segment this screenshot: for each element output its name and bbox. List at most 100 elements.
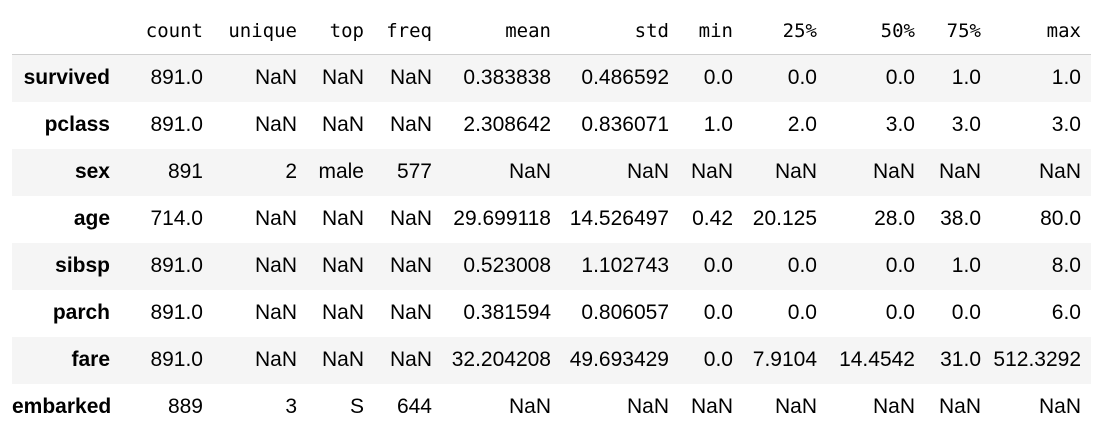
table-cell-top: NaN	[321, 66, 364, 90]
table-cell-50pct: 28.0	[874, 207, 915, 230]
table-cell-std: 0.806057	[581, 301, 669, 324]
row-label: embarked	[12, 395, 112, 418]
table-cell-50pct: 0.0	[885, 254, 915, 277]
table-cell-top: S	[349, 395, 364, 418]
table-cell-75pct: NaN	[938, 395, 981, 418]
table-cell-count: 891.0	[150, 254, 203, 277]
table-cell-mean: 0.523008	[463, 254, 551, 277]
row-label: sex	[74, 160, 110, 183]
table-cell-25pct: 7.9104	[752, 348, 817, 371]
table-cell-std: 0.836071	[581, 113, 669, 136]
table-cell-freq: 577	[396, 160, 432, 183]
table-cell-25pct: NaN	[774, 160, 817, 183]
table-cell-50pct: 14.4542	[839, 348, 915, 371]
table-cell-freq: NaN	[389, 254, 432, 277]
table-cell-50pct: 3.0	[885, 113, 915, 136]
table-cell-std: 0.486592	[581, 66, 669, 90]
table-cell-count: 891	[167, 160, 203, 183]
table-cell-50pct: NaN	[872, 395, 915, 418]
table-cell-mean: NaN	[508, 395, 551, 418]
column-header-count: count	[121, 8, 213, 55]
table-cell-50pct: NaN	[872, 160, 915, 183]
table-cell-25pct: 0.0	[787, 254, 817, 277]
table-cell-min: 0.0	[703, 66, 733, 90]
table-cell-min: 0.0	[703, 348, 733, 371]
table-cell-freq: NaN	[389, 66, 432, 90]
row-label: fare	[71, 348, 110, 371]
column-header-mean: mean	[442, 8, 561, 55]
table-cell-75pct: 1.0	[951, 66, 981, 90]
table-cell-max: 3.0	[1051, 113, 1081, 136]
table-header: count unique top freq mean std min 25% 5…	[12, 8, 1091, 55]
column-header-std: std	[561, 8, 679, 55]
table-cell-mean: 0.381594	[463, 301, 551, 324]
table-cell-75pct: 1.0	[951, 254, 981, 277]
table-cell-top: NaN	[321, 348, 364, 371]
table-cell-freq: 644	[396, 395, 432, 418]
table-cell-50pct: 0.0	[885, 66, 915, 90]
table-cell-unique: NaN	[254, 301, 297, 324]
table-row: embarked 889 3 S 644 NaN NaN NaN NaN NaN NaN NaN	[12, 383, 1091, 431]
column-header-unique: unique	[213, 8, 307, 55]
table-cell-75pct: 31.0	[940, 348, 981, 371]
table-cell-std: NaN	[626, 160, 669, 183]
table-cell-max: 1.0	[1051, 66, 1081, 90]
table-cell-count: 891.0	[150, 66, 203, 90]
table-cell-freq: NaN	[389, 348, 432, 371]
table-cell-std: NaN	[626, 395, 669, 418]
table-cell-mean: 29.699118	[453, 207, 551, 230]
table-cell-freq: NaN	[389, 207, 432, 230]
table-cell-min: NaN	[690, 395, 733, 418]
table-cell-count: 891.0	[150, 301, 203, 324]
row-label: parch	[52, 301, 110, 324]
table-cell-25pct: 0.0	[787, 301, 817, 324]
table-row: sex 891 2 male 577 NaN NaN NaN NaN NaN NaN NaN	[12, 148, 1091, 196]
table-cell-count: 714.0	[150, 207, 203, 230]
table-cell-max: NaN	[1038, 395, 1081, 418]
table-row: pclass 891.0 NaN NaN NaN 2.308642 0.836071 1.0 2…	[12, 101, 1091, 149]
table-cell-min: 0.0	[703, 301, 733, 324]
column-header-75pct: 75%	[925, 8, 991, 55]
table-cell-75pct: 38.0	[940, 207, 981, 230]
table-row: survived 891.0 NaN NaN NaN 0.383838 0.486592 0.…	[12, 54, 1091, 102]
table-cell-25pct: 2.0	[787, 113, 817, 136]
table-cell-count: 889	[167, 395, 203, 418]
table-cell-max: 8.0	[1051, 254, 1081, 277]
table-cell-freq: NaN	[389, 113, 432, 136]
table-cell-min: 0.0	[703, 254, 733, 277]
table-cell-unique: 2	[285, 160, 297, 183]
column-header-25pct: 25%	[743, 8, 827, 55]
table-cell-count: 891.0	[150, 113, 203, 136]
table-cell-max: 6.0	[1051, 301, 1081, 324]
table-cell-std: 49.693429	[569, 348, 669, 371]
table-cell-mean: 32.204208	[451, 348, 551, 371]
table-cell-unique: 3	[285, 395, 297, 418]
table-cell-std: 1.102743	[581, 254, 669, 277]
table-cell-min: 0.42	[692, 207, 733, 230]
table-cell-25pct: NaN	[774, 395, 817, 418]
row-label: age	[73, 207, 110, 230]
table-cell-unique: NaN	[254, 66, 297, 90]
table-cell-mean: 2.308642	[463, 113, 551, 136]
table-cell-75pct: NaN	[938, 160, 981, 183]
table-cell-unique: NaN	[254, 254, 297, 277]
table-cell-min: NaN	[690, 160, 733, 183]
table-cell-top: NaN	[321, 113, 364, 136]
describe-dataframe-table: count unique top freq mean std min 25% 5…	[12, 8, 1091, 431]
table-cell-top: NaN	[321, 207, 364, 230]
column-header-freq: freq	[374, 8, 442, 55]
column-header-50pct: 50%	[827, 8, 925, 55]
column-header-max: max	[991, 8, 1091, 55]
column-header-min: min	[679, 8, 743, 55]
table-cell-std: 14.526497	[569, 207, 669, 230]
table-cell-unique: NaN	[254, 348, 297, 371]
table-body: survived 891.0 NaN NaN NaN 0.383838 0.486592 0.…	[12, 54, 1091, 431]
table-row: parch 891.0 NaN NaN NaN 0.381594 0.806057 0.0 0.…	[12, 289, 1091, 337]
table-cell-max: 80.0	[1040, 207, 1081, 230]
table-row: age 714.0 NaN NaN NaN 29.699118 14.526497 0.42 2…	[12, 195, 1091, 243]
table-cell-50pct: 0.0	[885, 301, 915, 324]
table-cell-unique: NaN	[254, 113, 297, 136]
table-cell-mean: NaN	[508, 160, 551, 183]
table-cell-count: 891.0	[150, 348, 203, 371]
table-cell-75pct: 3.0	[951, 113, 981, 136]
